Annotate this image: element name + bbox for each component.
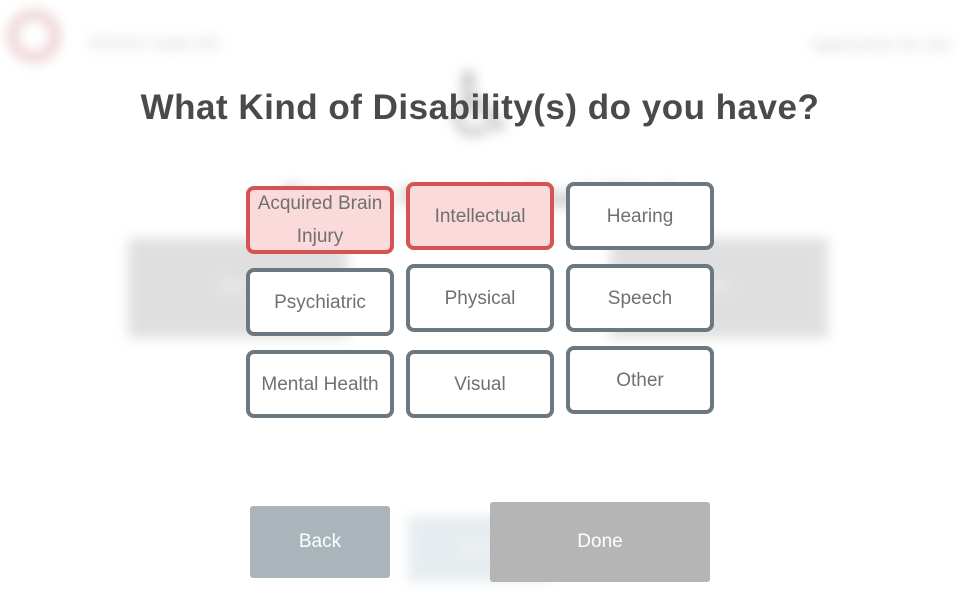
option-other[interactable]: Other: [566, 346, 714, 414]
option-visual[interactable]: Visual: [406, 350, 554, 418]
page-title: What Kind of Disability(s) do you have?: [140, 88, 820, 127]
done-button[interactable]: Done: [490, 502, 710, 582]
option-psychiatric[interactable]: Psychiatric: [246, 268, 394, 336]
option-speech[interactable]: Speech: [566, 264, 714, 332]
option-mental-health[interactable]: Mental Health: [246, 350, 394, 418]
header-app-label: Application for Aid: [812, 36, 950, 54]
option-hearing[interactable]: Hearing: [566, 182, 714, 250]
back-button[interactable]: Back: [250, 506, 390, 578]
brand-name: Victoria Legal Aid: [88, 34, 219, 52]
logo: [8, 10, 60, 62]
option-physical[interactable]: Physical: [406, 264, 554, 332]
option-intellectual[interactable]: Intellectual: [406, 182, 554, 250]
option-acquired-brain-injury[interactable]: Acquired Brain Injury: [246, 186, 394, 254]
background-yes-label: Yes: [218, 276, 248, 297]
